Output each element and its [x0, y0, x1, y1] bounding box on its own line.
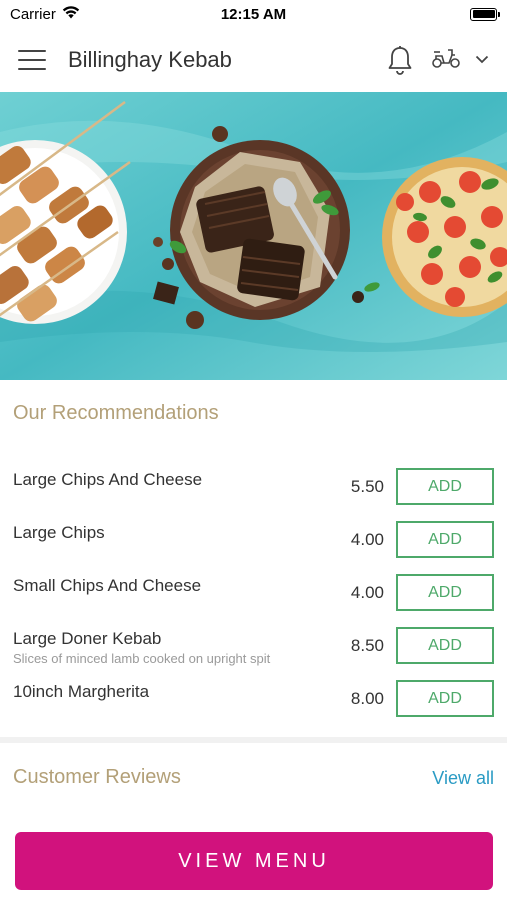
delivery-mode-selector[interactable] [431, 47, 489, 74]
status-left: Carrier [10, 6, 80, 23]
scooter-icon [431, 47, 461, 74]
page-title: Billinghay Kebab [68, 47, 232, 72]
carrier-label: Carrier [10, 5, 56, 23]
recommendations-title: Our Recommendations [13, 402, 219, 424]
bell-icon[interactable] [387, 45, 413, 75]
wifi-icon [62, 5, 80, 23]
status-bar: Carrier 12:15 AM [0, 0, 507, 28]
item-name: Large Chips And Cheese [13, 470, 203, 489]
view-all-link[interactable]: View all [432, 768, 494, 789]
section-divider [0, 737, 507, 743]
add-button[interactable]: ADD [396, 680, 494, 717]
item-name: 10inch Margherita [13, 682, 150, 701]
item-price: 4.00 [350, 583, 384, 602]
list-item: Small Chips And Cheese 4.00 ADD [0, 564, 507, 617]
item-name: Large Chips [13, 523, 105, 542]
item-name: Large Doner Kebab [13, 629, 162, 648]
app-header: Billinghay Kebab [0, 28, 507, 92]
battery-icon [470, 7, 500, 21]
list-item: Large Chips 4.00 ADD [0, 511, 507, 564]
add-button[interactable]: ADD [396, 468, 494, 505]
item-price: 8.50 [350, 636, 384, 655]
recommendations-list: Large Chips And Cheese 5.50 ADD Large Ch… [0, 458, 507, 723]
add-button[interactable]: ADD [396, 521, 494, 558]
list-item: 10inch Margherita 8.00 ADD [0, 670, 507, 723]
add-button[interactable]: ADD [396, 627, 494, 664]
hero-banner [0, 92, 507, 380]
item-description: Slices of minced lamb cooked on upright … [13, 651, 271, 666]
item-price: 4.00 [350, 530, 384, 549]
add-button[interactable]: ADD [396, 574, 494, 611]
header-actions [387, 45, 489, 75]
item-name: Small Chips And Cheese [13, 576, 202, 595]
list-item: Large Doner Kebab Slices of minced lamb … [0, 617, 507, 670]
list-item: Large Chips And Cheese 5.50 ADD [0, 458, 507, 511]
item-price: 8.00 [350, 689, 384, 708]
menu-icon[interactable] [18, 50, 46, 70]
chevron-down-icon [475, 51, 489, 69]
view-menu-button[interactable]: VIEW MENU [15, 832, 493, 890]
item-price: 5.50 [350, 477, 384, 496]
reviews-title: Customer Reviews [13, 766, 181, 788]
hero-food-image [0, 92, 507, 380]
